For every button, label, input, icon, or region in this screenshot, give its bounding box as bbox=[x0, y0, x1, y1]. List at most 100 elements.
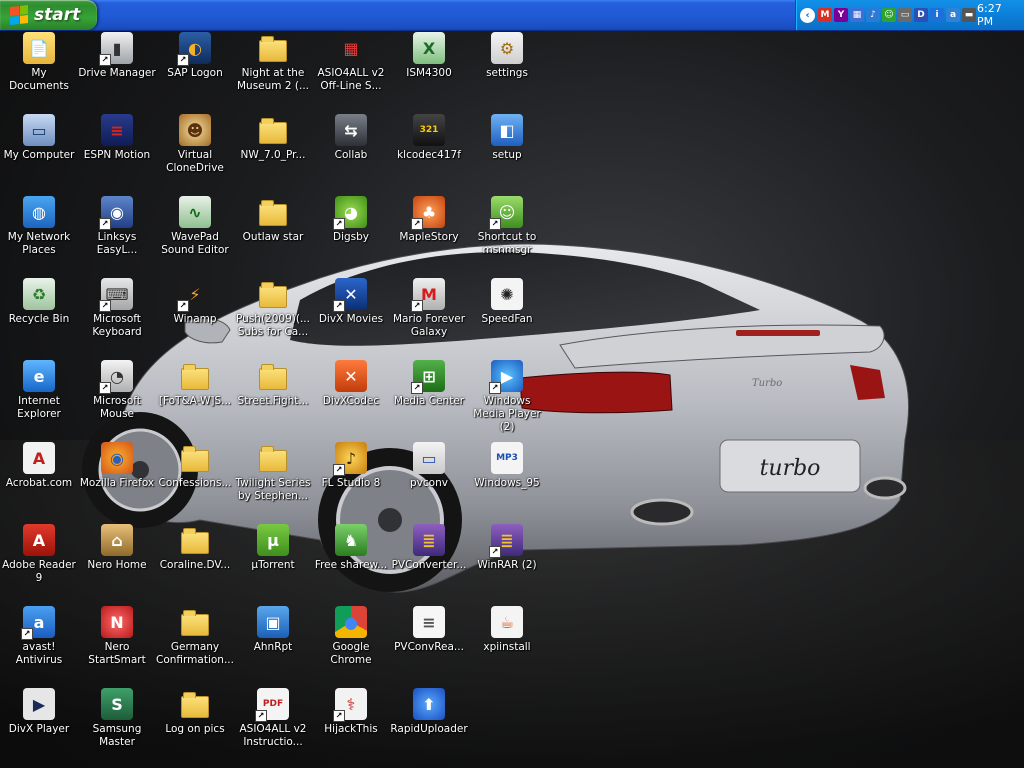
desktop-icon-windows-95[interactable]: MP3 Windows_95 bbox=[468, 442, 546, 490]
desktop-icon-outlaw-star[interactable]: Outlaw star bbox=[234, 196, 312, 244]
pdf-icon: PDF ↗ bbox=[255, 688, 289, 722]
desktop-icon-linksys-easyl[interactable]: ◉ ↗ Linksys EasyL... bbox=[78, 196, 156, 257]
desktop-icon-settings[interactable]: ⚙ settings bbox=[468, 32, 546, 80]
desktop-icon-nero-startsmart[interactable]: N Nero StartSmart bbox=[78, 606, 156, 667]
desktop-icon-avast-antivirus[interactable]: a ↗ avast! Antivirus bbox=[0, 606, 78, 667]
desktop-icon-divx-movies[interactable]: ✕ ↗ DivX Movies bbox=[312, 278, 390, 326]
desktop-icon-nero-home[interactable]: ⌂ Nero Home bbox=[78, 524, 156, 572]
desktop-icon-internet-explorer[interactable]: e Internet Explorer bbox=[0, 360, 78, 421]
avast-tray-icon[interactable]: a bbox=[946, 8, 960, 22]
desktop-icon-windows-media-player-2[interactable]: ▶ ↗ Windows Media Player (2) bbox=[468, 360, 546, 434]
desktop-icon-label: settings bbox=[486, 67, 528, 79]
desktop-icon-free-sharew[interactable]: ♞ Free sharew... bbox=[312, 524, 390, 572]
desktop-icon-pvconv[interactable]: ▭ pvconv bbox=[390, 442, 468, 490]
folder-icon bbox=[257, 360, 289, 392]
desktop-icon-microsoft-mouse[interactable]: ◔ ↗ Microsoft Mouse bbox=[78, 360, 156, 421]
desktop-icon-mozilla-firefox[interactable]: ◉ Mozilla Firefox bbox=[78, 442, 156, 490]
security-icon[interactable]: i bbox=[930, 8, 944, 22]
desktop-icon-microsoft-keyboard[interactable]: ⌨ ↗ Microsoft Keyboard bbox=[78, 278, 156, 339]
avast-icon: a ↗ bbox=[21, 606, 55, 640]
folder-icon bbox=[179, 442, 211, 474]
desktop-icon-acrobat-com[interactable]: A Acrobat.com bbox=[0, 442, 78, 490]
desktop-icon-label: Log on pics bbox=[165, 723, 225, 735]
desktop-icon-setup[interactable]: ◧ setup bbox=[468, 114, 546, 162]
msn-icon[interactable]: ☺ bbox=[882, 8, 896, 22]
desktop-icon-pvconvrea[interactable]: ≡ PVConvRea... bbox=[390, 606, 468, 654]
desktop-icon-label: Internet Explorer bbox=[17, 395, 61, 420]
volume-icon[interactable]: ♪ bbox=[866, 8, 880, 22]
pvconv-icon: ▭ bbox=[413, 442, 445, 474]
desktop-icon-my-computer[interactable]: ▭ My Computer bbox=[0, 114, 78, 162]
desktop-icon-virtual-clonedrive[interactable]: ☻ Virtual CloneDrive bbox=[156, 114, 234, 175]
ie-icon: e bbox=[23, 360, 55, 392]
desktop-icon-divx-player[interactable]: ▶ DivX Player bbox=[0, 688, 78, 736]
desktop-icon-confessions[interactable]: Confessions... bbox=[156, 442, 234, 490]
desktop-icon-klcodec417f[interactable]: 321 klcodec417f bbox=[390, 114, 468, 162]
desktop-icon-espn-motion[interactable]: ≡ ESPN Motion bbox=[78, 114, 156, 162]
setup-icon: ◧ bbox=[491, 114, 523, 146]
gmail-icon[interactable]: M bbox=[818, 8, 832, 22]
desktop-icon-maplestory[interactable]: ♣ ↗ MapleStory bbox=[390, 196, 468, 244]
windows-logo-icon bbox=[10, 5, 28, 25]
yahoo-icon[interactable]: Y bbox=[834, 8, 848, 22]
recycle-icon: ♻ bbox=[23, 278, 55, 310]
mario-icon: M ↗ bbox=[411, 278, 445, 312]
desktop-icon-divxcodec[interactable]: ✕ DivXCodec bbox=[312, 360, 390, 408]
drivemgr-icon: ▮ ↗ bbox=[99, 32, 133, 66]
desktop-icon-my-network-places[interactable]: ◍ My Network Places bbox=[0, 196, 78, 257]
desktop-icon-recycle-bin[interactable]: ♻ Recycle Bin bbox=[0, 278, 78, 326]
desktop-icon-label: Virtual CloneDrive bbox=[166, 149, 224, 174]
desktop-icon-twilight-series-by-stephen[interactable]: Twilight Series by Stephen... bbox=[234, 442, 312, 503]
desktop-icon-night-at-the-museum-2[interactable]: Night at the Museum 2 (... bbox=[234, 32, 312, 93]
desktop-icon-torrent[interactable]: µ µTorrent bbox=[234, 524, 312, 572]
utorrent-icon: µ bbox=[257, 524, 289, 556]
acrobat-icon: A bbox=[23, 442, 55, 474]
desktop-icon-adobe-reader-9[interactable]: A Adobe Reader 9 bbox=[0, 524, 78, 585]
desktop-icon-collab[interactable]: ⇆ Collab bbox=[312, 114, 390, 162]
desktop-icon-wavepad-sound-editor[interactable]: ∿ WavePad Sound Editor bbox=[156, 196, 234, 257]
hijack-icon: ⚕ ↗ bbox=[333, 688, 367, 722]
desktop-icon-push-2009-subs-for-ca[interactable]: Push(2009)(... Subs for Ca... bbox=[234, 278, 312, 339]
desktop-icon-label: My Computer bbox=[3, 149, 75, 161]
desktop-icon-my-documents[interactable]: 📄 My Documents bbox=[0, 32, 78, 93]
desktop-icon-ahnrpt[interactable]: ▣ AhnRpt bbox=[234, 606, 312, 654]
desktop-icon-digsby[interactable]: ◕ ↗ Digsby bbox=[312, 196, 390, 244]
desktop-icon-fl-studio-8[interactable]: ♪ ↗ FL Studio 8 bbox=[312, 442, 390, 490]
network-icon[interactable]: ▦ bbox=[850, 8, 864, 22]
desktop-icon-germany-confirmation[interactable]: Germany Confirmation... bbox=[156, 606, 234, 667]
battery-icon[interactable]: ▬ bbox=[962, 8, 976, 22]
desktop-icon-coraline-dv[interactable]: Coraline.DV... bbox=[156, 524, 234, 572]
nero-icon: N bbox=[101, 606, 133, 638]
tray-clock[interactable]: 6:27 PM bbox=[977, 2, 1010, 28]
drive-icon[interactable]: ▭ bbox=[898, 8, 912, 22]
desktop-icon-label: ASIO4ALL v2 Instructio... bbox=[239, 723, 307, 748]
desktop-icon-nw-7-0-pr[interactable]: NW_7.0_Pr... bbox=[234, 114, 312, 162]
network-icon: ◍ bbox=[23, 196, 55, 228]
desktop-icon-label: xpiinstall bbox=[483, 641, 531, 653]
collapse-arrow-icon[interactable]: ‹ bbox=[800, 7, 815, 23]
desktop-icon-winamp[interactable]: ⚡ ↗ Winamp bbox=[156, 278, 234, 326]
desktop-icon-shortcut-to-msnmsgr[interactable]: ☺ ↗ Shortcut to msnmsgr bbox=[468, 196, 546, 257]
desktop-icon-asio4all-v2-instructio[interactable]: PDF ↗ ASIO4ALL v2 Instructio... bbox=[234, 688, 312, 749]
computer-icon: ▭ bbox=[23, 114, 55, 146]
desktop-icon-pvconverter[interactable]: ≣ PVConverter... bbox=[390, 524, 468, 572]
desktop-icon-street-fight[interactable]: Street.Fight... bbox=[234, 360, 312, 408]
desktop-icon-sap-logon[interactable]: ◐ ↗ SAP Logon bbox=[156, 32, 234, 80]
desktop-icon-label: My Network Places bbox=[7, 231, 71, 256]
desktop-icon-fot-a-w-s[interactable]: [FoT&A-W]S... bbox=[156, 360, 234, 408]
start-button[interactable]: start bbox=[0, 0, 97, 30]
desktop-icon-drive-manager[interactable]: ▮ ↗ Drive Manager bbox=[78, 32, 156, 80]
desktop-icon-log-on-pics[interactable]: Log on pics bbox=[156, 688, 234, 736]
desktop-icon-winrar-2[interactable]: ≣ ↗ WinRAR (2) bbox=[468, 524, 546, 572]
desktop-icon-xpiinstall[interactable]: ☕ xpiinstall bbox=[468, 606, 546, 654]
desktop-icon-speedfan[interactable]: ✺ SpeedFan bbox=[468, 278, 546, 326]
desktop-icon-asio4all-v2-off-line-s[interactable]: ▦ ASIO4ALL v2 Off-Line S... bbox=[312, 32, 390, 93]
desktop-icon-media-center[interactable]: ⊞ ↗ Media Center bbox=[390, 360, 468, 408]
desktop-icon-ism4300[interactable]: X ISM4300 bbox=[390, 32, 468, 80]
desktop-icon-google-chrome[interactable]: ● Google Chrome bbox=[312, 606, 390, 667]
desktop-icon-rapiduploader[interactable]: ⬆ RapidUploader bbox=[390, 688, 468, 736]
desktop-icon-samsung-master[interactable]: S Samsung Master bbox=[78, 688, 156, 749]
desktop-icon-mario-forever-galaxy[interactable]: M ↗ Mario Forever Galaxy bbox=[390, 278, 468, 339]
digsby-icon[interactable]: D bbox=[914, 8, 928, 22]
desktop-icon-hijackthis[interactable]: ⚕ ↗ HijackThis bbox=[312, 688, 390, 736]
